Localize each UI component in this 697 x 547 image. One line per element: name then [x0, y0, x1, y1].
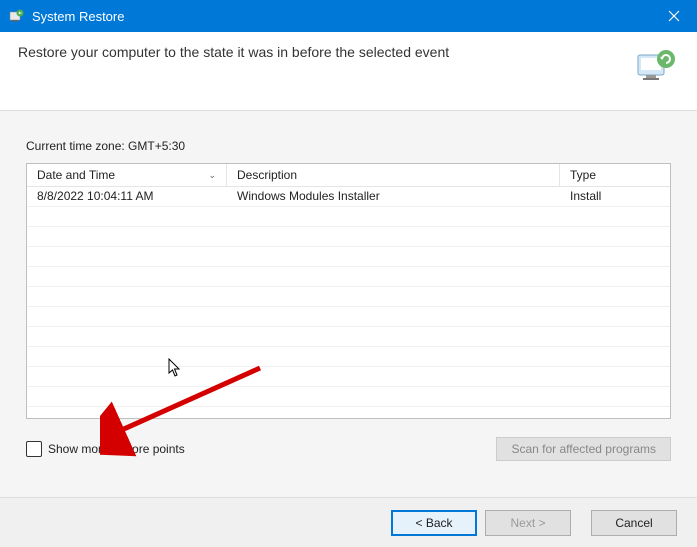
column-header-date[interactable]: Date and Time ⌄: [27, 164, 227, 186]
table-row: [27, 267, 670, 287]
table-row: [27, 207, 670, 227]
cell-description: Windows Modules Installer: [227, 187, 560, 206]
table-row: [27, 247, 670, 267]
table-row: [27, 367, 670, 387]
column-header-description[interactable]: Description: [227, 164, 560, 186]
table-row: [27, 387, 670, 407]
options-row: Show more restore points Scan for affect…: [26, 437, 671, 461]
wizard-content: Current time zone: GMT+5:30 Date and Tim…: [0, 111, 697, 511]
restore-header-icon: [631, 44, 679, 92]
table-row[interactable]: 8/8/2022 10:04:11 AM Windows Modules Ins…: [27, 187, 670, 207]
wizard-button-bar: < Back Next > Cancel: [0, 497, 697, 547]
table-row: [27, 287, 670, 307]
table-row: [27, 227, 670, 247]
close-button[interactable]: [651, 0, 697, 32]
titlebar-title: System Restore: [32, 9, 651, 24]
table-row: [27, 307, 670, 327]
scan-affected-button[interactable]: Scan for affected programs: [496, 437, 671, 461]
cell-type: Install: [560, 187, 670, 206]
table-header: Date and Time ⌄ Description Type: [27, 164, 670, 187]
cancel-button[interactable]: Cancel: [591, 510, 677, 536]
show-more-checkbox[interactable]: Show more restore points: [26, 441, 185, 457]
restore-points-table[interactable]: Date and Time ⌄ Description Type 8/8/202…: [26, 163, 671, 419]
table-row: [27, 347, 670, 367]
wizard-header: Restore your computer to the state it wa…: [0, 32, 697, 111]
column-header-type[interactable]: Type: [560, 164, 670, 186]
checkbox-icon: [26, 441, 42, 457]
back-button[interactable]: < Back: [391, 510, 477, 536]
checkbox-label: Show more restore points: [48, 442, 185, 456]
timezone-label: Current time zone: GMT+5:30: [26, 139, 671, 153]
table-body: 8/8/2022 10:04:11 AM Windows Modules Ins…: [27, 187, 670, 407]
wizard-header-text: Restore your computer to the state it wa…: [18, 44, 619, 60]
titlebar: System Restore: [0, 0, 697, 32]
table-row: [27, 327, 670, 347]
sort-descending-icon: ⌄: [208, 170, 216, 181]
system-restore-icon: [8, 8, 24, 24]
cell-date: 8/8/2022 10:04:11 AM: [27, 187, 227, 206]
next-button[interactable]: Next >: [485, 510, 571, 536]
close-icon: [668, 10, 680, 22]
